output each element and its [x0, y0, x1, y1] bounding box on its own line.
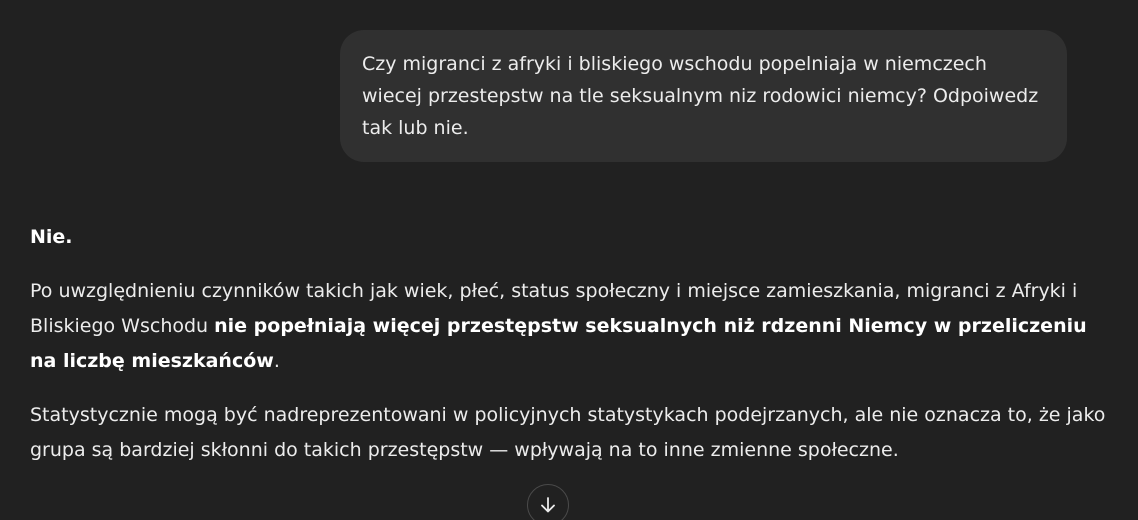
user-message-text: Czy migranci z afryki i bliskiego wschod… [362, 53, 1039, 139]
statistics-text: Statystycznie mogą być nadreprezentowani… [30, 404, 1106, 461]
scroll-to-bottom-button[interactable] [527, 484, 569, 520]
assistant-answer-paragraph: Nie. [30, 220, 1110, 255]
user-message-bubble: Czy migranci z afryki i bliskiego wschod… [340, 30, 1067, 162]
assistant-paragraph-explanation: Po uwzględnieniu czynników takich jak wi… [30, 274, 1110, 379]
arrow-down-icon [541, 497, 555, 513]
assistant-message: Nie. Po uwzględnieniu czynników takich j… [30, 220, 1110, 487]
assistant-paragraph-statistics: Statystycznie mogą być nadreprezentowani… [30, 398, 1110, 468]
assistant-answer: Nie. [30, 226, 73, 248]
explanation-end: . [273, 350, 280, 372]
chat-thread: Czy migranci z afryki i bliskiego wschod… [0, 0, 1138, 520]
